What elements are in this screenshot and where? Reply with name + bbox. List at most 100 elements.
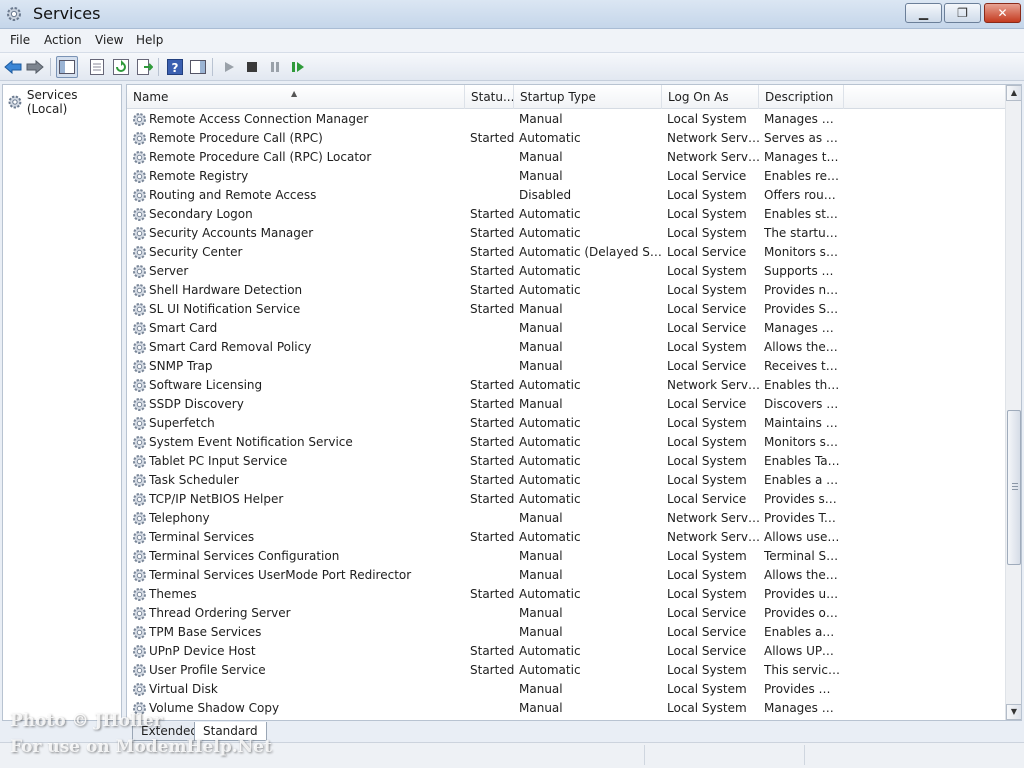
service-startup-type: Automatic xyxy=(519,226,581,240)
service-gear-icon xyxy=(131,149,148,166)
service-row[interactable]: Secondary Logon Started Automatic Local Sys… xyxy=(127,205,1005,224)
service-name: Remote Procedure Call (RPC) Locator xyxy=(149,150,372,164)
service-row[interactable]: Server Started Automatic Local System Suppor… xyxy=(127,262,1005,281)
service-row[interactable]: Thread Ordering Server Manual Local Servic… xyxy=(127,604,1005,623)
column-header-status[interactable]: Statu... xyxy=(465,85,514,109)
scroll-up-button[interactable]: ▲ xyxy=(1006,85,1021,101)
maximize-button[interactable]: ❐ xyxy=(944,3,981,23)
toolbar-separator xyxy=(158,58,159,76)
svg-text:?: ? xyxy=(172,61,179,75)
show-action-pane-button[interactable] xyxy=(189,58,207,76)
column-header-name[interactable]: Name ▲ xyxy=(127,85,465,109)
service-startup-type: Automatic xyxy=(519,663,581,677)
menu-action[interactable]: Action xyxy=(44,33,82,47)
service-row[interactable]: Shell Hardware Detection Started Automatic… xyxy=(127,281,1005,300)
menu-view[interactable]: View xyxy=(95,33,123,47)
service-startup-type: Automatic xyxy=(519,644,581,658)
column-header-description[interactable]: Description xyxy=(759,85,844,109)
service-row[interactable]: Smart Card Manual Local Service Manages ac.… xyxy=(127,319,1005,338)
service-row[interactable]: Smart Card Removal Policy Manual Local Sys… xyxy=(127,338,1005,357)
service-row[interactable]: Themes Started Automatic Local System Provid… xyxy=(127,585,1005,604)
properties-button[interactable] xyxy=(88,58,106,76)
service-row[interactable]: Remote Access Connection Manager Manual Lo… xyxy=(127,110,1005,129)
service-gear-icon xyxy=(131,396,148,413)
service-startup-type: Automatic xyxy=(519,378,581,392)
service-row[interactable]: Virtual Disk Manual Local System Provides m… xyxy=(127,680,1005,699)
column-header-label: Log On As xyxy=(668,90,729,104)
forward-button[interactable] xyxy=(26,58,44,76)
service-row[interactable]: User Profile Service Started Automatic Loca… xyxy=(127,661,1005,680)
service-log-on-as: Local Service xyxy=(667,169,747,183)
service-row[interactable]: Terminal Services Configuration Manual Loc… xyxy=(127,547,1005,566)
service-description: Supports fil... xyxy=(764,264,840,278)
scroll-down-icon: ▼ xyxy=(1010,707,1018,716)
pause-service-button[interactable] xyxy=(266,58,284,76)
service-status: Started xyxy=(470,416,515,430)
service-description: Offers routi... xyxy=(764,188,840,202)
service-row[interactable]: Task Scheduler Started Automatic Local Syst… xyxy=(127,471,1005,490)
service-log-on-as: Local System xyxy=(667,663,747,677)
service-status xyxy=(470,167,516,186)
service-log-on-as: Network Service xyxy=(667,378,761,392)
service-row[interactable]: Superfetch Started Automatic Local System Ma… xyxy=(127,414,1005,433)
service-description: Provides Tel... xyxy=(764,511,840,525)
service-row[interactable]: SSDP Discovery Started Manual Local Service… xyxy=(127,395,1005,414)
service-description: Enables Tab... xyxy=(764,454,840,468)
scroll-thumb[interactable] xyxy=(1007,410,1021,565)
export-list-button[interactable] xyxy=(136,58,154,76)
service-row[interactable]: SL UI Notification Service Started Manual L… xyxy=(127,300,1005,319)
service-gear-icon xyxy=(131,301,148,318)
service-log-on-as: Local System xyxy=(667,473,747,487)
service-row[interactable]: Terminal Services UserMode Port Redirect… xyxy=(127,566,1005,585)
service-row[interactable]: Security Accounts Manager Started Automati… xyxy=(127,224,1005,243)
restart-service-button[interactable] xyxy=(289,58,307,76)
scroll-down-button[interactable]: ▼ xyxy=(1006,704,1021,720)
service-row[interactable]: TPM Base Services Manual Local Service Enab… xyxy=(127,623,1005,642)
menu-file[interactable]: File xyxy=(10,33,30,47)
refresh-button[interactable] xyxy=(112,58,130,76)
service-gear-icon xyxy=(131,377,148,394)
column-header-startup-type[interactable]: Startup Type xyxy=(514,85,662,109)
service-name: Themes xyxy=(149,587,197,601)
service-gear-icon xyxy=(131,605,148,622)
vertical-scrollbar[interactable]: ▲ ▼ xyxy=(1005,85,1021,720)
service-description: Manages ac... xyxy=(764,321,840,335)
menu-help[interactable]: Help xyxy=(136,33,163,47)
stop-service-button[interactable] xyxy=(243,58,261,76)
tree-item-services-local[interactable]: Services (Local) xyxy=(7,88,121,116)
service-description: Manages th... xyxy=(764,150,840,164)
console-tree-icon xyxy=(59,60,75,74)
service-log-on-as: Local System xyxy=(667,587,747,601)
service-name: Smart Card Removal Policy xyxy=(149,340,312,354)
service-row[interactable]: Tablet PC Input Service Started Automatic L… xyxy=(127,452,1005,471)
service-row[interactable]: System Event Notification Service Started… xyxy=(127,433,1005,452)
help-button[interactable]: ? xyxy=(166,58,184,76)
service-name: Remote Registry xyxy=(149,169,249,183)
service-row[interactable]: Software Licensing Started Automatic Networ… xyxy=(127,376,1005,395)
start-service-button[interactable] xyxy=(220,58,238,76)
service-row[interactable]: Terminal Services Started Automatic Network… xyxy=(127,528,1005,547)
service-status: Started xyxy=(470,663,515,677)
minimize-button[interactable]: ▁ xyxy=(905,3,942,23)
service-startup-type: Manual xyxy=(519,701,563,715)
service-row[interactable]: SNMP Trap Manual Local Service Receives tra… xyxy=(127,357,1005,376)
show-hide-console-tree-button[interactable] xyxy=(56,56,78,78)
column-header-log-on-as[interactable]: Log On As xyxy=(662,85,759,109)
close-button[interactable]: ✕ xyxy=(984,3,1021,23)
service-row[interactable]: Security Center Started Automatic (Delayed… xyxy=(127,243,1005,262)
column-header-label: Statu... xyxy=(471,90,514,104)
service-startup-type: Manual xyxy=(519,568,563,582)
service-row[interactable]: Remote Registry Manual Local Service Enable… xyxy=(127,167,1005,186)
service-row[interactable]: Volume Shadow Copy Manual Local System Mana… xyxy=(127,699,1005,718)
service-row[interactable]: Remote Procedure Call (RPC) Locator Manua… xyxy=(127,148,1005,167)
service-gear-icon xyxy=(131,111,148,128)
play-icon xyxy=(225,62,234,72)
service-row[interactable]: UPnP Device Host Started Automatic Local Se… xyxy=(127,642,1005,661)
service-row[interactable]: Telephony Manual Network Service Provides T… xyxy=(127,509,1005,528)
service-row[interactable]: Routing and Remote Access Disabled Local S… xyxy=(127,186,1005,205)
back-button[interactable] xyxy=(4,58,22,76)
list-header: Name ▲ Statu... Startup Type Log On As D… xyxy=(127,85,1005,109)
close-icon: ✕ xyxy=(997,6,1008,20)
service-row[interactable]: TCP/IP NetBIOS Helper Started Automatic Loc… xyxy=(127,490,1005,509)
service-row[interactable]: Remote Procedure Call (RPC) Started Automa… xyxy=(127,129,1005,148)
